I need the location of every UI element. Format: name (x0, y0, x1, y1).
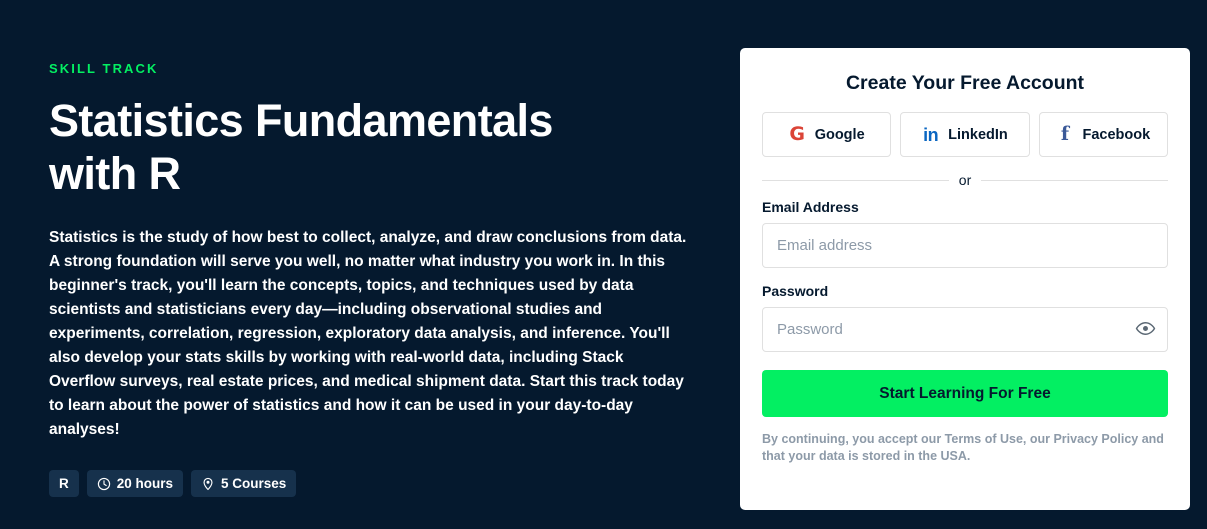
legal-disclaimer: By continuing, you accept our Terms of U… (762, 432, 1164, 463)
password-input[interactable] (762, 307, 1168, 352)
google-icon: G (789, 123, 805, 145)
divider-label: or (958, 172, 972, 188)
linkedin-signup-button[interactable]: in LinkedIn (900, 112, 1030, 157)
password-field-wrapper (762, 307, 1168, 352)
email-input[interactable] (762, 223, 1168, 268)
track-type-eyebrow: SKILL TRACK (49, 61, 159, 76)
password-field-label: Password (762, 283, 829, 299)
signup-landing-page: SKILL TRACK Statistics Fundamentals with… (0, 0, 1207, 529)
location-pin-icon (201, 477, 215, 491)
badge-course-count-label: 5 Courses (221, 476, 287, 491)
linkedin-icon: in (923, 124, 939, 145)
badge-course-count: 5 Courses (191, 470, 297, 497)
divider-rule-right (981, 179, 1169, 181)
facebook-signup-label: Facebook (1082, 126, 1151, 143)
hero-section: SKILL TRACK Statistics Fundamentals with… (49, 60, 699, 497)
badge-language-label: R (59, 476, 69, 491)
badge-duration-label: 20 hours (116, 476, 174, 491)
google-signup-button[interactable]: G Google (762, 112, 892, 157)
or-divider: or (762, 172, 1169, 188)
eye-icon (1135, 318, 1156, 342)
social-login-row: G Google in LinkedIn f Facebook (762, 112, 1168, 157)
signup-card-title: Create Your Free Account (845, 72, 1085, 94)
email-field-wrapper (762, 223, 1168, 268)
google-signup-label: Google (814, 126, 865, 143)
signup-card: Create Your Free Account G Google in Lin… (740, 48, 1190, 510)
facebook-icon: f (1060, 123, 1070, 145)
linkedin-signup-label: LinkedIn (948, 126, 1008, 143)
divider-rule-left (762, 179, 949, 181)
track-meta-badges: R 20 hours 5 Courses (49, 470, 699, 497)
email-field-label: Email Address (762, 199, 859, 215)
page-title: Statistics Fundamentals with R (49, 95, 553, 199)
track-description: Statistics is the study of how best to c… (49, 229, 687, 438)
password-visibility-toggle[interactable] (1134, 319, 1156, 341)
badge-language: R (49, 470, 79, 497)
facebook-signup-button[interactable]: f Facebook (1038, 112, 1168, 157)
clock-icon (97, 477, 111, 491)
start-learning-button[interactable]: Start Learning For Free (762, 370, 1168, 417)
badge-duration: 20 hours (86, 470, 184, 497)
